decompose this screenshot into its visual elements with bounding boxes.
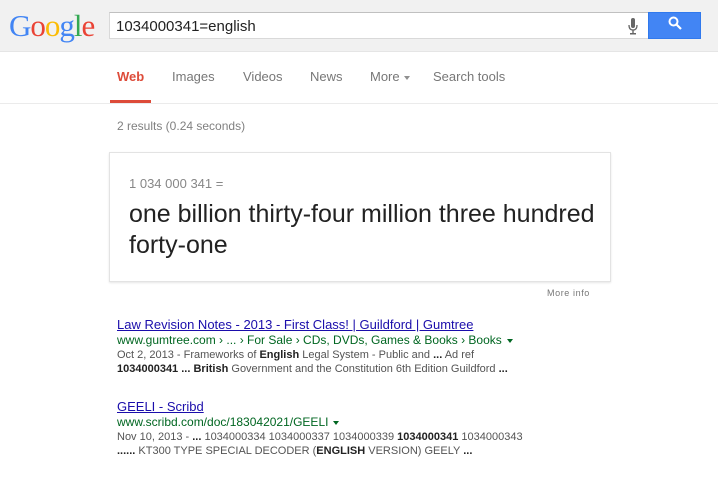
header-bar: Google	[0, 0, 718, 52]
tab-news[interactable]: News	[310, 69, 343, 84]
search-result: GEELI - Scribd www.scribd.com/doc/183042…	[117, 398, 697, 458]
snippet-text: Government and the Constitution 6th Edit…	[228, 363, 499, 375]
snippet-text: KT300 TYPE SPECIAL DECODER (	[135, 445, 317, 457]
snippet-bold-text: ...	[498, 363, 508, 375]
snippet-bold-text: ENGLISH	[316, 445, 366, 457]
logo-letter: o	[30, 8, 45, 43]
search-box[interactable]	[109, 12, 649, 39]
microphone-icon[interactable]	[628, 18, 638, 35]
snippet-text: Ad ref	[442, 349, 475, 361]
snippet-text: Legal System - Public and	[299, 349, 434, 361]
result-url[interactable]: www.scribd.com/doc/183042021/GEELI	[117, 415, 697, 430]
result-stats: 2 results (0.24 seconds)	[117, 119, 246, 133]
logo-letter: G	[9, 8, 31, 43]
tab-videos[interactable]: Videos	[243, 69, 283, 84]
snippet-bold-text: 1034000341	[397, 431, 459, 443]
result-url-text: www.gumtree.com › ... › For Sale › CDs, …	[117, 333, 502, 347]
snippet-text: VERSION) GEELY	[365, 445, 464, 457]
logo-letter: g	[59, 8, 74, 43]
result-snippet-line: Oct 2, 2013 - Frameworks of English Lega…	[117, 348, 697, 362]
snippet-bold-text: ...	[433, 349, 443, 361]
snippet-bold-text: English	[259, 349, 300, 361]
snippet-bold-text: ...	[463, 445, 473, 457]
result-snippet-line: Nov 10, 2013 - ... 1034000334 1034000337…	[117, 430, 697, 444]
snippet-text: 1034000334 1034000337 1034000339	[201, 431, 398, 443]
tab-images[interactable]: Images	[172, 69, 215, 84]
result-snippet-line: ...... KT300 TYPE SPECIAL DECODER (ENGLI…	[117, 444, 697, 458]
snippet-bold-text: British	[193, 363, 229, 375]
search-input[interactable]	[116, 16, 616, 36]
answer-words: one billion thirty-four million three hu…	[129, 200, 595, 259]
search-icon	[668, 16, 682, 35]
logo-letter: o	[44, 8, 60, 43]
result-url-text: www.scribd.com/doc/183042021/GEELI	[117, 415, 329, 429]
snippet-bold-text: ......	[117, 445, 136, 457]
tab-search-tools[interactable]: Search tools	[433, 69, 505, 84]
snippet-text: Nov 10, 2013 -	[117, 431, 193, 443]
snippet-text: 1034000343	[458, 431, 523, 443]
snippet-text: Oct 2, 2013 - Frameworks of	[117, 349, 260, 361]
answer-equation: 1 034 000 341 =	[129, 176, 224, 191]
result-url[interactable]: www.gumtree.com › ... › For Sale › CDs, …	[117, 333, 697, 348]
result-snippet-line: 1034000341 ... British Government and th…	[117, 362, 697, 376]
active-tab-indicator	[110, 100, 151, 103]
logo-letter: e	[81, 8, 96, 43]
logo-letter: l	[73, 8, 83, 43]
tab-web[interactable]: Web	[117, 69, 144, 84]
search-result: Law Revision Notes - 2013 - First Class!…	[117, 316, 697, 376]
result-title-link[interactable]: GEELI - Scribd	[117, 398, 697, 415]
dropdown-arrow-icon[interactable]	[333, 420, 340, 425]
result-title-link[interactable]: Law Revision Notes - 2013 - First Class!…	[117, 316, 697, 333]
search-button[interactable]	[648, 12, 701, 39]
google-logo[interactable]: Google	[9, 8, 96, 43]
tab-more[interactable]: More	[370, 69, 410, 84]
dropdown-arrow-icon[interactable]	[506, 338, 513, 343]
more-info-link[interactable]: More info	[547, 288, 590, 298]
chevron-down-icon	[403, 75, 410, 80]
snippet-bold-text: ...	[192, 431, 202, 443]
answer-card: 1 034 000 341 = one billion thirty-four …	[109, 152, 611, 282]
snippet-bold-text: 1034000341	[117, 363, 179, 375]
tab-more-label: More	[370, 69, 400, 84]
search-tabs: Web Images Videos News More Search tools	[0, 52, 718, 104]
